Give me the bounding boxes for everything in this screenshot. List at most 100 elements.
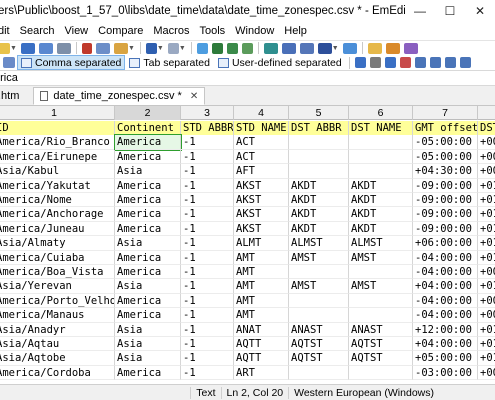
cell[interactable]: +01 [478,279,495,294]
cell[interactable]: AFT [234,164,289,179]
cell[interactable]: +00 [478,265,495,280]
cell[interactable]: America [115,293,181,309]
cell[interactable]: AQTST [349,337,413,352]
cell[interactable]: AMST [289,250,349,265]
cell[interactable]: AMT [234,293,289,309]
cell[interactable] [349,365,413,381]
cell[interactable]: America [115,193,181,208]
cell[interactable]: AMST [349,250,413,265]
replace-icon[interactable] [211,42,223,54]
status-encoding[interactable]: Western European (Windows) [288,386,439,399]
cell[interactable]: +00 [478,294,495,309]
cell[interactable]: -09:00:00 [413,207,478,222]
adjust-columns-icon[interactable] [384,57,396,68]
cell[interactable]: AKST [234,178,289,193]
cell[interactable]: Asia [115,164,181,179]
cell[interactable]: AMST [349,279,413,294]
cell[interactable]: America/Cordoba [0,365,115,381]
close-tab-icon[interactable]: ✕ [190,91,198,102]
cell[interactable]: Asia/Aqtau [0,337,115,352]
cell[interactable]: America [115,149,181,165]
cell[interactable]: America [115,178,181,193]
cell[interactable] [349,293,413,309]
cell[interactable] [349,135,413,150]
tab-date-time-zonespec[interactable]: date_time_zonespec.csv * ✕ [33,87,206,105]
cell[interactable]: +06:00:00 [413,236,478,251]
cell[interactable]: ANAST [349,322,413,337]
column-number[interactable]: 4 [234,106,289,120]
paste-icon[interactable] [113,42,128,54]
cell[interactable]: +04:30:00 [413,164,478,179]
maximize-button[interactable]: ☐ [435,0,465,22]
comma-separated-button[interactable]: Comma separated [17,55,126,70]
cell[interactable]: +00 [478,135,495,150]
menu-view[interactable]: View [59,25,93,37]
cell[interactable]: AMT [234,250,289,265]
cell[interactable]: America [115,308,181,323]
cell[interactable] [289,149,349,165]
cell[interactable]: AQTT [234,337,289,352]
cell[interactable] [289,164,349,179]
cell[interactable]: +01 [478,251,495,265]
csv-grid[interactable]: 1234567 IDContinentSTD ABBRSTD NAMEDST A… [0,106,495,384]
cell[interactable]: Asia [115,337,181,352]
cell[interactable]: Asia [115,236,181,251]
cell[interactable]: DST ABBR [289,121,349,136]
cell[interactable]: -1 [181,337,234,352]
cell[interactable]: -1 [181,308,234,323]
column-number[interactable]: 2 [115,106,181,120]
menu-window[interactable]: Window [230,25,279,37]
cell[interactable]: AKDT [349,178,413,193]
cell[interactable]: ANAT [234,322,289,337]
delete-column-icon[interactable] [369,57,381,68]
tab-htm[interactable]: .htm [0,87,25,105]
cell[interactable]: -1 [181,293,234,309]
cell[interactable] [289,308,349,323]
cell[interactable]: ID [0,121,115,136]
column-number[interactable]: 6 [349,106,413,120]
cell[interactable]: AQTST [289,337,349,352]
column-number[interactable] [478,106,495,120]
cell[interactable]: -04:00:00 [413,308,478,323]
marker-icon[interactable] [367,42,382,54]
cell[interactable]: DST [478,121,495,136]
sort-icon[interactable] [399,57,411,68]
cell[interactable]: America [115,250,181,265]
cell[interactable]: -03:00:00 [413,365,478,381]
cell[interactable] [289,135,349,150]
undo-icon[interactable] [145,42,157,54]
cell[interactable] [289,265,349,280]
cell[interactable]: -1 [181,265,234,280]
menu-search[interactable]: Search [15,25,60,37]
cell[interactable]: ALMST [349,236,413,251]
cell[interactable]: Asia/Yerevan [0,279,115,294]
menu-compare[interactable]: Compare [93,25,148,37]
menu-edit[interactable]: dit [0,25,15,37]
cell[interactable]: ALMT [234,236,289,251]
cell[interactable]: -04:00:00 [413,265,478,280]
cell[interactable]: AKST [234,207,289,222]
cell[interactable]: DST NAME [349,121,413,136]
user-defined-separated-button[interactable]: User-defined separated [214,55,346,70]
sort-length-icon[interactable] [459,57,471,68]
menu-tools[interactable]: Tools [194,25,230,37]
cell[interactable]: AQTST [289,351,349,366]
cell[interactable]: +04:00:00 [413,337,478,352]
cell[interactable]: -05:00:00 [413,135,478,150]
cell[interactable]: -1 [181,221,234,237]
plugin-icon[interactable] [403,42,418,54]
cell[interactable]: Asia [115,351,181,366]
cell[interactable]: +01 [478,222,495,237]
cell[interactable]: America/Cuiaba [0,250,115,265]
cell[interactable]: -1 [181,236,234,251]
cell[interactable]: America/Yakutat [0,178,115,193]
cell[interactable]: -1 [181,351,234,366]
cell[interactable]: Asia/Kabul [0,164,115,179]
cell[interactable]: -1 [181,149,234,165]
cell[interactable]: America/Manaus [0,308,115,323]
cell[interactable]: ANAST [289,322,349,337]
cell[interactable]: +12:00:00 [413,322,478,337]
open-icon[interactable] [0,42,10,54]
columns-icon[interactable] [281,42,296,54]
cell[interactable]: Asia [115,322,181,337]
